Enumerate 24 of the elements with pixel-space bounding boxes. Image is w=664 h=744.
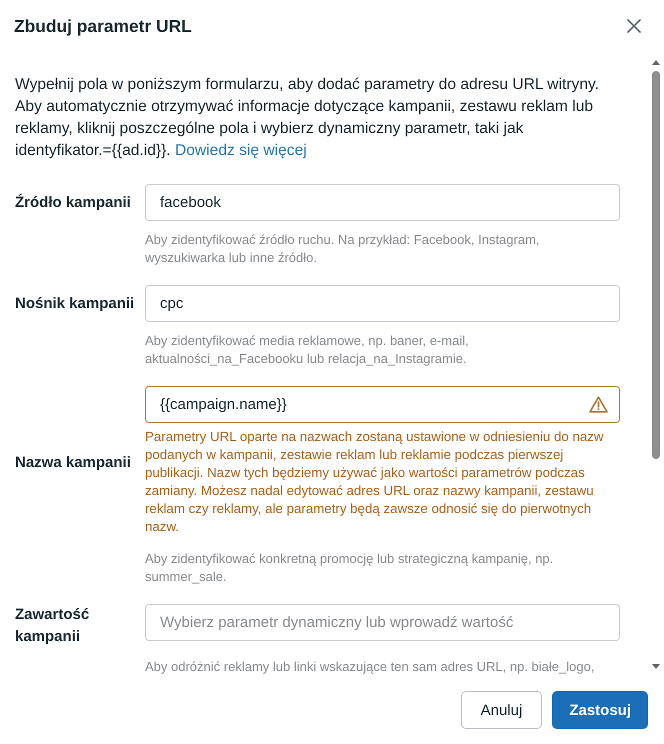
text-field[interactable]: {{campaign.name}} <box>145 386 620 423</box>
scrollbar-thumb[interactable] <box>652 71 660 459</box>
close-icon <box>627 19 641 33</box>
scroll-down-icon[interactable] <box>652 664 660 669</box>
learn-more-link[interactable]: Dowiedz się więcej <box>174 142 307 159</box>
field-label: Nazwa kampanii <box>15 453 132 473</box>
dialog-title: Zbuduj parametr URL <box>14 15 192 37</box>
field-label: Źródło kampanii <box>15 192 132 212</box>
scroll-up-icon[interactable] <box>652 60 660 65</box>
apply-button[interactable]: Zastosuj <box>552 691 648 729</box>
close-button[interactable] <box>627 19 641 33</box>
field-label: Nośnik kampanii <box>15 294 136 314</box>
intro-text: Wypełnij pola w poniższym formularzu, aby dodać parametry do adresu URL witryny. Aby automatycznie otrzymywać informacje dotyczące kampanii, zestawu reklam lub reklamy, kliknij poszczególne pola i wybierz dynamiczny parametr, taki jak identyfikator.={{ad.id}}. Dowiedz się więcej <box>15 75 600 161</box>
text-field[interactable]: facebook <box>145 184 620 221</box>
helper-text: Aby zidentyfikować konkretną promocję lub strategiczną kampanię, np. summer_sale. <box>145 550 554 586</box>
helper-text: Aby odróżnić reklamy lub linki wskazujące ten sam adres URL, np. białe_logo, <box>145 658 596 676</box>
warning-text: Parametry URL oparte na nazwach zostaną ustawione w odniesieniu do nazw podanych w kampanii, zestawie reklam lub reklamie podczas pierwszej publikacji. Nazw tych będziemy używać jako wartości parametrów podczas zamiany. Możesz nadal edytować adres URL oraz nazwy kampanii, zestawu reklam czy reklamy, ale parametry będą zawsze odnosić się do pierwotnych nazw. <box>145 428 605 536</box>
field-label: Zawartość kampanii <box>15 605 90 647</box>
cancel-button[interactable]: Anuluj <box>460 691 542 729</box>
helper-text: Aby zidentyfikować media reklamowe, np. baner, e-mail, aktualności_na_Facebooku lub relacja_na_Instagramie. <box>145 332 470 368</box>
text-field[interactable]: Wybierz parametr dynamiczny lub wprowadź wartość <box>145 604 620 641</box>
helper-text: Aby zidentyfikować źródło ruchu. Na przykład: Facebook, Instagram, wyszukiwarka lub inne źródło. <box>145 231 541 267</box>
text-field[interactable]: cpc <box>145 285 620 322</box>
warning-icon <box>589 396 608 413</box>
